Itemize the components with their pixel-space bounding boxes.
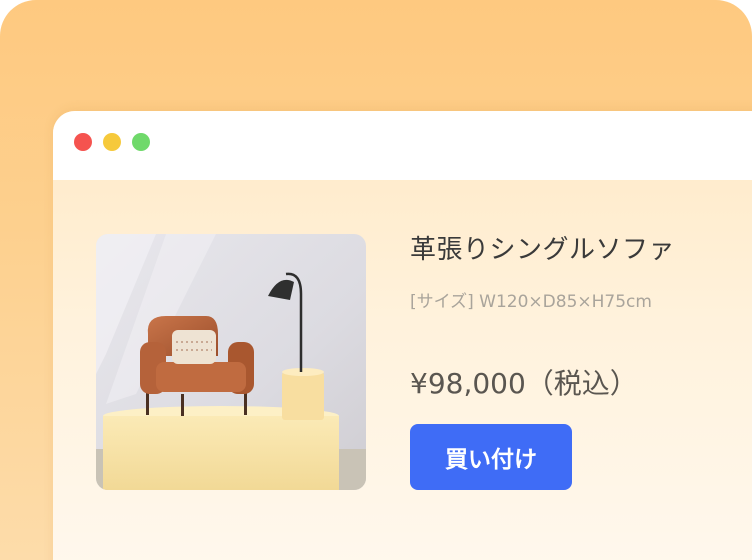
- buy-button[interactable]: 買い付け: [410, 424, 572, 490]
- background: 革張りシングルソファ [サイズ] W120×D85×H75cm ¥98,000（…: [0, 0, 752, 560]
- window-minimize-icon[interactable]: [103, 133, 121, 151]
- product-size: [サイズ] W120×D85×H75cm: [410, 292, 652, 312]
- window-close-icon[interactable]: [74, 133, 92, 151]
- window-maximize-icon[interactable]: [132, 133, 150, 151]
- window-titlebar: [53, 111, 752, 180]
- product-image: [96, 234, 366, 490]
- product-price: ¥98,000（税込）: [410, 367, 638, 400]
- product-title: 革張りシングルソファ: [410, 235, 676, 265]
- browser-window: 革張りシングルソファ [サイズ] W120×D85×H75cm ¥98,000（…: [53, 111, 752, 560]
